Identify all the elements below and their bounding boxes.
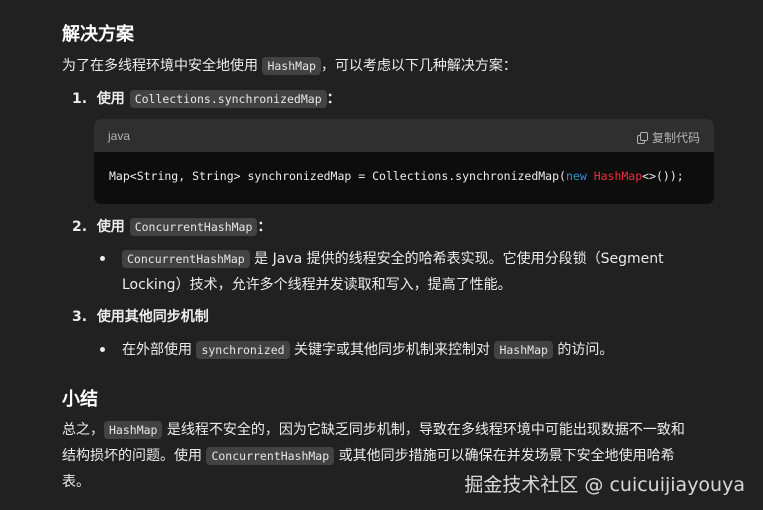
list-item-label: 使用 xyxy=(96,91,125,107)
inline-code: HashMap xyxy=(494,341,553,359)
code-token: Map<String, String> synchronizedMap = Co… xyxy=(109,169,566,183)
watermark: 掘金技术社区 @ cuicuijiayouya xyxy=(464,474,745,496)
summary-line1: 总之， HashMap 是线程不安全的，因为它缺乏同步机制，导致在多线程环境中可能… xyxy=(62,417,685,443)
bullet-dot xyxy=(100,347,105,352)
bullet-text: 是 Java 提供的线程安全的哈希表实现。它使用分段锁（Segment xyxy=(254,251,664,267)
list-number: 1. xyxy=(72,91,88,107)
code-line: Map<String, String> synchronizedMap = Co… xyxy=(109,169,684,183)
copy-code-label: 复制代码 xyxy=(651,131,700,145)
list-item-suffix: ： xyxy=(326,91,341,107)
bullet-paragraph-line2: Locking）技术，允许多个线程并发读取和写入，提高了性能。 xyxy=(122,277,512,293)
list-item-3: 3. 使用其他同步机制 xyxy=(72,305,209,329)
summary-text: 或其他同步措施可以确保在并发场景下安全地使用哈希 xyxy=(338,448,675,464)
inline-code: Collections.synchronizedMap xyxy=(129,90,327,108)
inline-code: ConcurrentHashMap xyxy=(129,218,258,236)
code-class-name: HashMap xyxy=(593,169,643,183)
bullet-paragraph: 在外部使用 synchronized 关键字或其他同步机制来控制对 HashMa… xyxy=(122,337,613,363)
inline-code: synchronized xyxy=(196,341,290,359)
section-heading-solutions: 解决方案 xyxy=(62,24,134,45)
bullet-text: 在外部使用 xyxy=(122,342,192,358)
code-keyword: new xyxy=(565,169,587,183)
bullet-dot xyxy=(100,256,105,261)
copy-code-button[interactable]: 复制代码 xyxy=(636,129,700,146)
section-heading-summary: 小结 xyxy=(62,389,98,410)
summary-line2: 结构损坏的问题。使用 ConcurrentHashMap 或其他同步措施可以确保… xyxy=(62,443,675,469)
summary-text: 总之， xyxy=(62,422,104,438)
list-item-label: 使用其他同步机制 xyxy=(96,309,209,325)
inline-code: ConcurrentHashMap xyxy=(122,250,250,268)
bullet-text: 的访问。 xyxy=(557,342,614,358)
inline-code: ConcurrentHashMap xyxy=(206,447,335,465)
summary-line3: 表。 xyxy=(62,474,90,490)
list-item-2: 2. 使用 ConcurrentHashMap： xyxy=(72,215,271,239)
inline-code: HashMap xyxy=(104,421,163,439)
intro-text: 为了在多线程环境中安全地使用 xyxy=(62,58,258,74)
code-language-label: java xyxy=(108,129,131,143)
bullet-paragraph-line1: ConcurrentHashMap 是 Java 提供的线程安全的哈希表实现。它… xyxy=(122,246,664,272)
intro-text-end: ，可以考虑以下几种解决方案： xyxy=(320,58,517,74)
code-block: java 复制代码 Map<String, String> synchroniz… xyxy=(94,119,714,204)
list-item-label: 使用 xyxy=(96,219,125,235)
summary-text: 结构损坏的问题。使用 xyxy=(62,448,202,464)
list-item-1: 1. 使用 Collections.synchronizedMap： xyxy=(72,87,341,111)
list-number: 3. xyxy=(72,309,88,325)
list-number: 2. xyxy=(72,219,88,235)
inline-code: HashMap xyxy=(262,57,321,75)
code-token: <>()); xyxy=(642,169,684,183)
bullet-text: 关键字或其他同步机制来控制对 xyxy=(294,342,490,358)
intro-paragraph: 为了在多线程环境中安全地使用 HashMap ，可以考虑以下几种解决方案： xyxy=(62,53,517,79)
summary-text: 是线程不安全的，因为它缺乏同步机制，导致在多线程环境中可能出现数据不一致和 xyxy=(166,422,685,438)
code-block-header: java 复制代码 xyxy=(94,119,714,152)
list-item-suffix: ： xyxy=(257,219,272,235)
copy-icon xyxy=(636,132,648,144)
